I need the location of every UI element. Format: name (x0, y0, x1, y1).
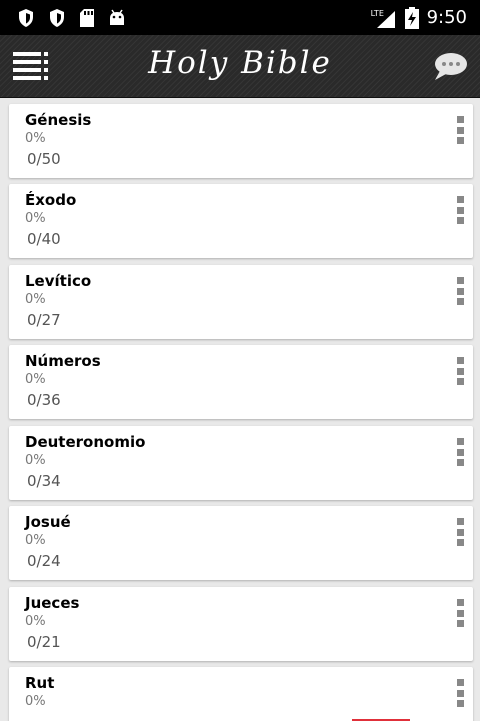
book-progress: 0% (25, 131, 46, 146)
book-name: Jueces (25, 594, 80, 612)
sd-card-icon (80, 8, 94, 27)
chat-bubble-icon (435, 53, 467, 80)
more-options-icon[interactable] (457, 277, 465, 305)
book-progress: 0% (25, 614, 46, 629)
book-name: Josué (25, 513, 71, 531)
status-bar: LTE 9:50 (0, 0, 480, 35)
book-name: Deuteronomio (25, 433, 146, 451)
book-chapters: 0/50 (27, 150, 61, 168)
system-status: LTE 9:50 (371, 0, 467, 35)
book-card[interactable]: Deuteronomio 0% 0/34 (9, 426, 473, 500)
more-options-icon[interactable] (457, 116, 465, 144)
book-card[interactable]: Jueces 0% 0/21 (9, 587, 473, 661)
book-progress: 0% (25, 372, 46, 387)
book-name: Números (25, 352, 101, 370)
book-card[interactable]: Rut 0% (9, 667, 473, 721)
book-progress: 0% (25, 453, 46, 468)
book-chapters: 0/21 (27, 633, 61, 651)
android-icon (110, 9, 124, 25)
book-list[interactable]: Génesis 0% 0/50 Éxodo 0% 0/40 Levítico 0… (0, 98, 480, 721)
book-card[interactable]: Números 0% 0/36 (9, 345, 473, 419)
more-options-icon[interactable] (457, 679, 465, 707)
book-card[interactable]: Josué 0% 0/24 (9, 506, 473, 580)
more-options-icon[interactable] (457, 196, 465, 224)
book-name: Rut (25, 674, 55, 692)
book-card[interactable]: Levítico 0% 0/27 (9, 265, 473, 339)
shield-icon (50, 8, 64, 27)
book-progress: 0% (25, 533, 46, 548)
more-options-icon[interactable] (457, 438, 465, 466)
book-progress: 0% (25, 211, 46, 226)
more-options-icon[interactable] (457, 518, 465, 546)
book-chapters: 0/36 (27, 391, 61, 409)
battery-charging-icon (404, 6, 419, 29)
signal-icon: LTE (371, 7, 397, 29)
book-name: Éxodo (25, 191, 77, 209)
book-chapters: 0/27 (27, 311, 61, 329)
book-name: Levítico (25, 272, 92, 290)
book-chapters: 0/40 (27, 230, 61, 248)
more-options-icon[interactable] (457, 599, 465, 627)
chat-button[interactable] (432, 51, 468, 83)
book-chapters: 0/24 (27, 552, 61, 570)
more-options-icon[interactable] (457, 357, 465, 385)
book-card[interactable]: Éxodo 0% 0/40 (9, 184, 473, 258)
book-name: Génesis (25, 111, 92, 129)
shield-icon (19, 8, 33, 27)
app-bar: Holy Bible (0, 35, 480, 98)
book-progress: 0% (25, 694, 46, 709)
notification-icons (0, 8, 126, 28)
book-card[interactable]: Génesis 0% 0/50 (9, 104, 473, 178)
clock: 9:50 (426, 7, 467, 28)
book-chapters: 0/34 (27, 472, 61, 490)
book-progress: 0% (25, 292, 46, 307)
app-title: Holy Bible (148, 45, 332, 81)
